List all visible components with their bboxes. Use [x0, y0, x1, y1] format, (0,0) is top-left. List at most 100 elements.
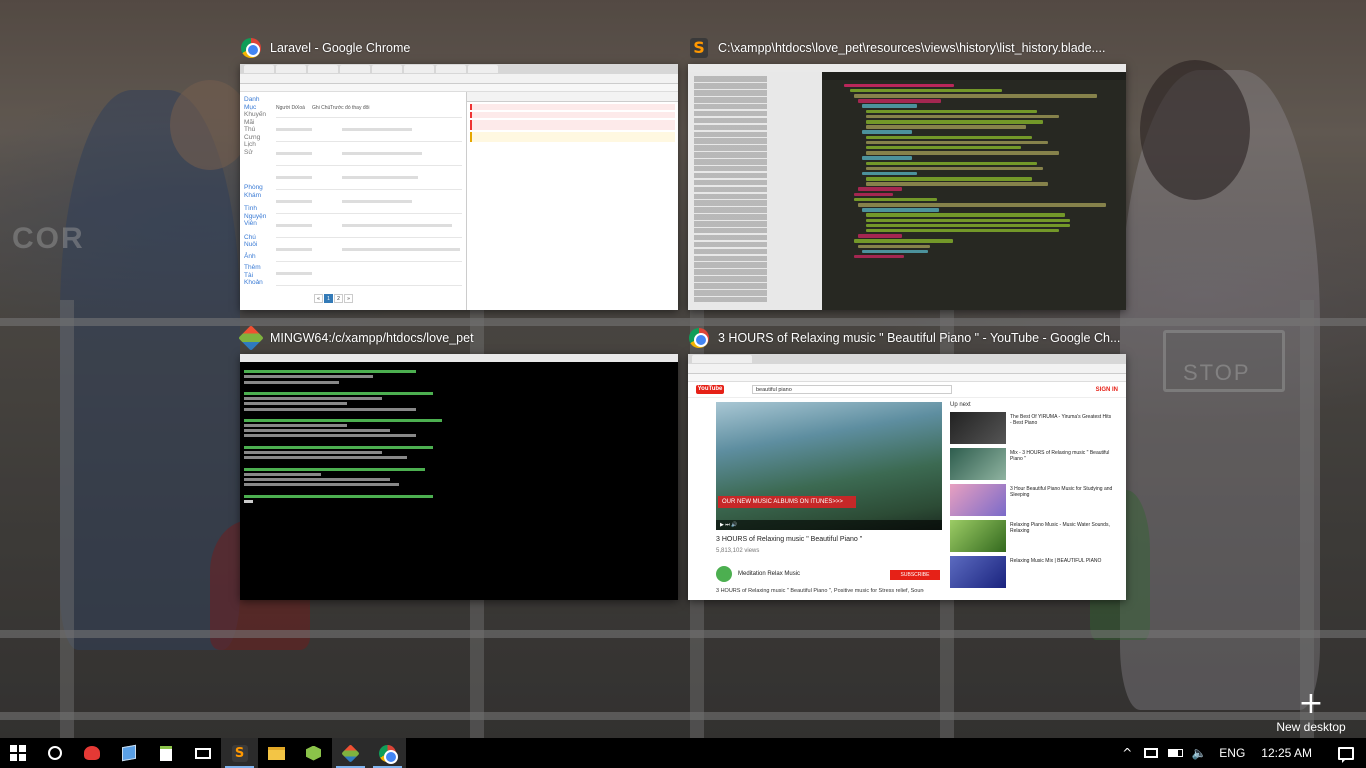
system-tray: ^ 🔈 ENG 12:25 AM [1115, 738, 1366, 768]
table-header: Xoá [296, 104, 305, 111]
table-row [276, 190, 462, 214]
youtube-search-box: beautiful piano [752, 385, 952, 394]
battery-icon[interactable] [1163, 738, 1187, 768]
notepad-icon [159, 745, 172, 761]
git-bash-icon [238, 325, 264, 351]
page-prev: « [314, 294, 323, 303]
window-header: S C:\xampp\htdocs\love_pet\resources\vie… [688, 36, 1126, 60]
windows-logo-icon [10, 745, 26, 761]
taskbar-app-git-bash[interactable] [332, 738, 369, 768]
up-next-label: Up next [950, 402, 971, 408]
sidebar-item: Khuyến Mãi [244, 111, 267, 126]
table-header: Trước đó thay đổi [330, 104, 370, 111]
devtools-panel [466, 92, 678, 310]
taskbar-app-snipping-tool[interactable] [73, 738, 110, 768]
scissors-icon [83, 746, 100, 760]
sidebar-item: Phòng Khám [244, 184, 263, 199]
table-header: Người Dùng [276, 104, 296, 111]
sublime-text-icon: S [688, 37, 710, 59]
video-banner: OUR NEW MUSIC ALBUMS ON ITUNES>>> [718, 496, 856, 508]
chevron-up-icon[interactable]: ^ [1115, 738, 1139, 768]
taskbar-app-xampp[interactable] [295, 738, 332, 768]
window-title: C:\xampp\htdocs\love_pet\resources\views… [718, 41, 1106, 55]
input-language[interactable]: ENG [1211, 746, 1253, 760]
new-desktop-label: New desktop [1276, 720, 1346, 734]
start-button[interactable] [0, 738, 36, 768]
window-header: Laravel - Google Chrome [240, 36, 678, 60]
cortana-button[interactable] [36, 738, 73, 768]
window-header: 3 HOURS of Relaxing music " Beautiful Pi… [688, 326, 1126, 350]
volume-icon[interactable]: 🔈 [1187, 738, 1211, 768]
list-item: Relaxing Piano Music - Music Water Sound… [950, 520, 1118, 556]
sidebar-item: Tình Nguyện Viên [244, 205, 267, 227]
window-thumbnail[interactable] [240, 354, 678, 600]
sublime-sidebar [688, 72, 822, 310]
video-description: 3 HOURS of Relaxing music " Beautiful Pi… [716, 588, 924, 594]
window-thumbnail[interactable]: YouTube beautiful piano SIGN IN OUR NEW … [688, 354, 1126, 600]
pagination: « 1 2 » [314, 294, 353, 303]
list-item: Relaxing Music Mix | BEAUTIFUL PIANO [950, 556, 1118, 592]
view-count: 5,813,102 views [716, 548, 760, 554]
sidebar-item: Thú Cưng [244, 126, 261, 141]
window-card-git-bash[interactable]: MINGW64:/c/xampp/htdocs/love_pet [238, 325, 678, 600]
video-title: 3 HOURS of Relaxing music " Beautiful Pi… [716, 536, 863, 543]
desktop-wallpaper: COR STOP [0, 0, 1366, 738]
channel-info: Meditation Relax Music [716, 566, 800, 582]
taskbar-app-chrome[interactable] [369, 738, 406, 768]
admin-sidebar: Danh Mục Khuyến Mãi Thú Cưng Lịch Sử Phò… [244, 96, 266, 287]
taskbar: S ^ 🔈 ENG 12:25 AM [0, 738, 1366, 768]
new-desktop-button[interactable]: + New desktop [1266, 686, 1356, 738]
chrome-icon [379, 744, 398, 764]
sidebar-item: Lịch Sử [244, 141, 256, 156]
taskbar-app-file-explorer[interactable] [258, 738, 295, 768]
taskbar-app-notepad-plus[interactable] [147, 738, 184, 768]
table-row [276, 166, 462, 190]
sidebar-item: Danh Mục [244, 96, 260, 111]
window-card-youtube-chrome[interactable]: 3 HOURS of Relaxing music " Beautiful Pi… [688, 326, 1126, 600]
history-table: Người Dùng Xoá Ghi Chú Trước đó thay đổi [276, 98, 462, 286]
sublime-text-icon: S [231, 744, 248, 762]
list-item: The Best Of YIRUMA - Yiruma's Greatest H… [950, 412, 1118, 448]
page-item: 2 [334, 294, 343, 303]
action-center-icon[interactable] [1326, 738, 1366, 768]
sidebar-item: Thêm Tài Khoản [244, 264, 263, 286]
mail-icon [194, 747, 211, 759]
channel-name: Meditation Relax Music [738, 571, 801, 577]
window-title: Laravel - Google Chrome [270, 41, 411, 55]
table-row [276, 262, 462, 286]
taskbar-app-mail[interactable] [184, 738, 221, 768]
subscribe-button: SUBSCRIBE [890, 570, 940, 580]
channel-avatar [716, 566, 732, 582]
git-bash-icon [341, 743, 360, 763]
table-row [276, 238, 462, 262]
table-row [276, 118, 462, 142]
code-editor [822, 72, 1126, 310]
chrome-icon [688, 327, 710, 349]
page-item: 1 [324, 294, 333, 303]
up-next-list: Up next The Best Of YIRUMA - Yiruma's Gr… [950, 402, 1118, 592]
video-player: OUR NEW MUSIC ALBUMS ON ITUNES>>> ▶ ⏭ 🔊 [716, 402, 942, 530]
window-thumbnail[interactable] [688, 64, 1126, 310]
youtube-logo: YouTube [696, 385, 724, 394]
window-card-laravel-chrome[interactable]: Laravel - Google Chrome Danh Mục Khuyến … [240, 36, 678, 310]
box-icon [121, 744, 136, 762]
taskbar-app-sublime-text[interactable]: S [221, 738, 258, 768]
window-thumbnail[interactable]: Danh Mục Khuyến Mãi Thú Cưng Lịch Sử Phò… [240, 64, 678, 310]
taskbar-app-virtualbox[interactable] [110, 738, 147, 768]
network-icon[interactable] [1139, 738, 1163, 768]
table-row [276, 214, 462, 238]
terminal-output [240, 362, 678, 600]
list-item: Mix - 3 HOURS of Relaxing music " Beauti… [950, 448, 1118, 484]
list-item: 3 Hour Beautiful Piano Music for Studyin… [950, 484, 1118, 520]
clock[interactable]: 12:25 AM [1253, 746, 1326, 760]
table-row [276, 142, 462, 166]
plus-icon: + [1298, 686, 1324, 721]
player-controls: ▶ ⏭ 🔊 [716, 520, 942, 530]
window-title: MINGW64:/c/xampp/htdocs/love_pet [270, 331, 474, 345]
cortana-circle-icon [47, 746, 62, 760]
window-card-sublime-text[interactable]: S C:\xampp\htdocs\love_pet\resources\vie… [688, 36, 1126, 310]
sidebar-item: Ảnh [244, 252, 256, 260]
table-header: Ghi Chú [312, 104, 330, 111]
chrome-icon [240, 37, 262, 59]
page-next: » [344, 294, 353, 303]
